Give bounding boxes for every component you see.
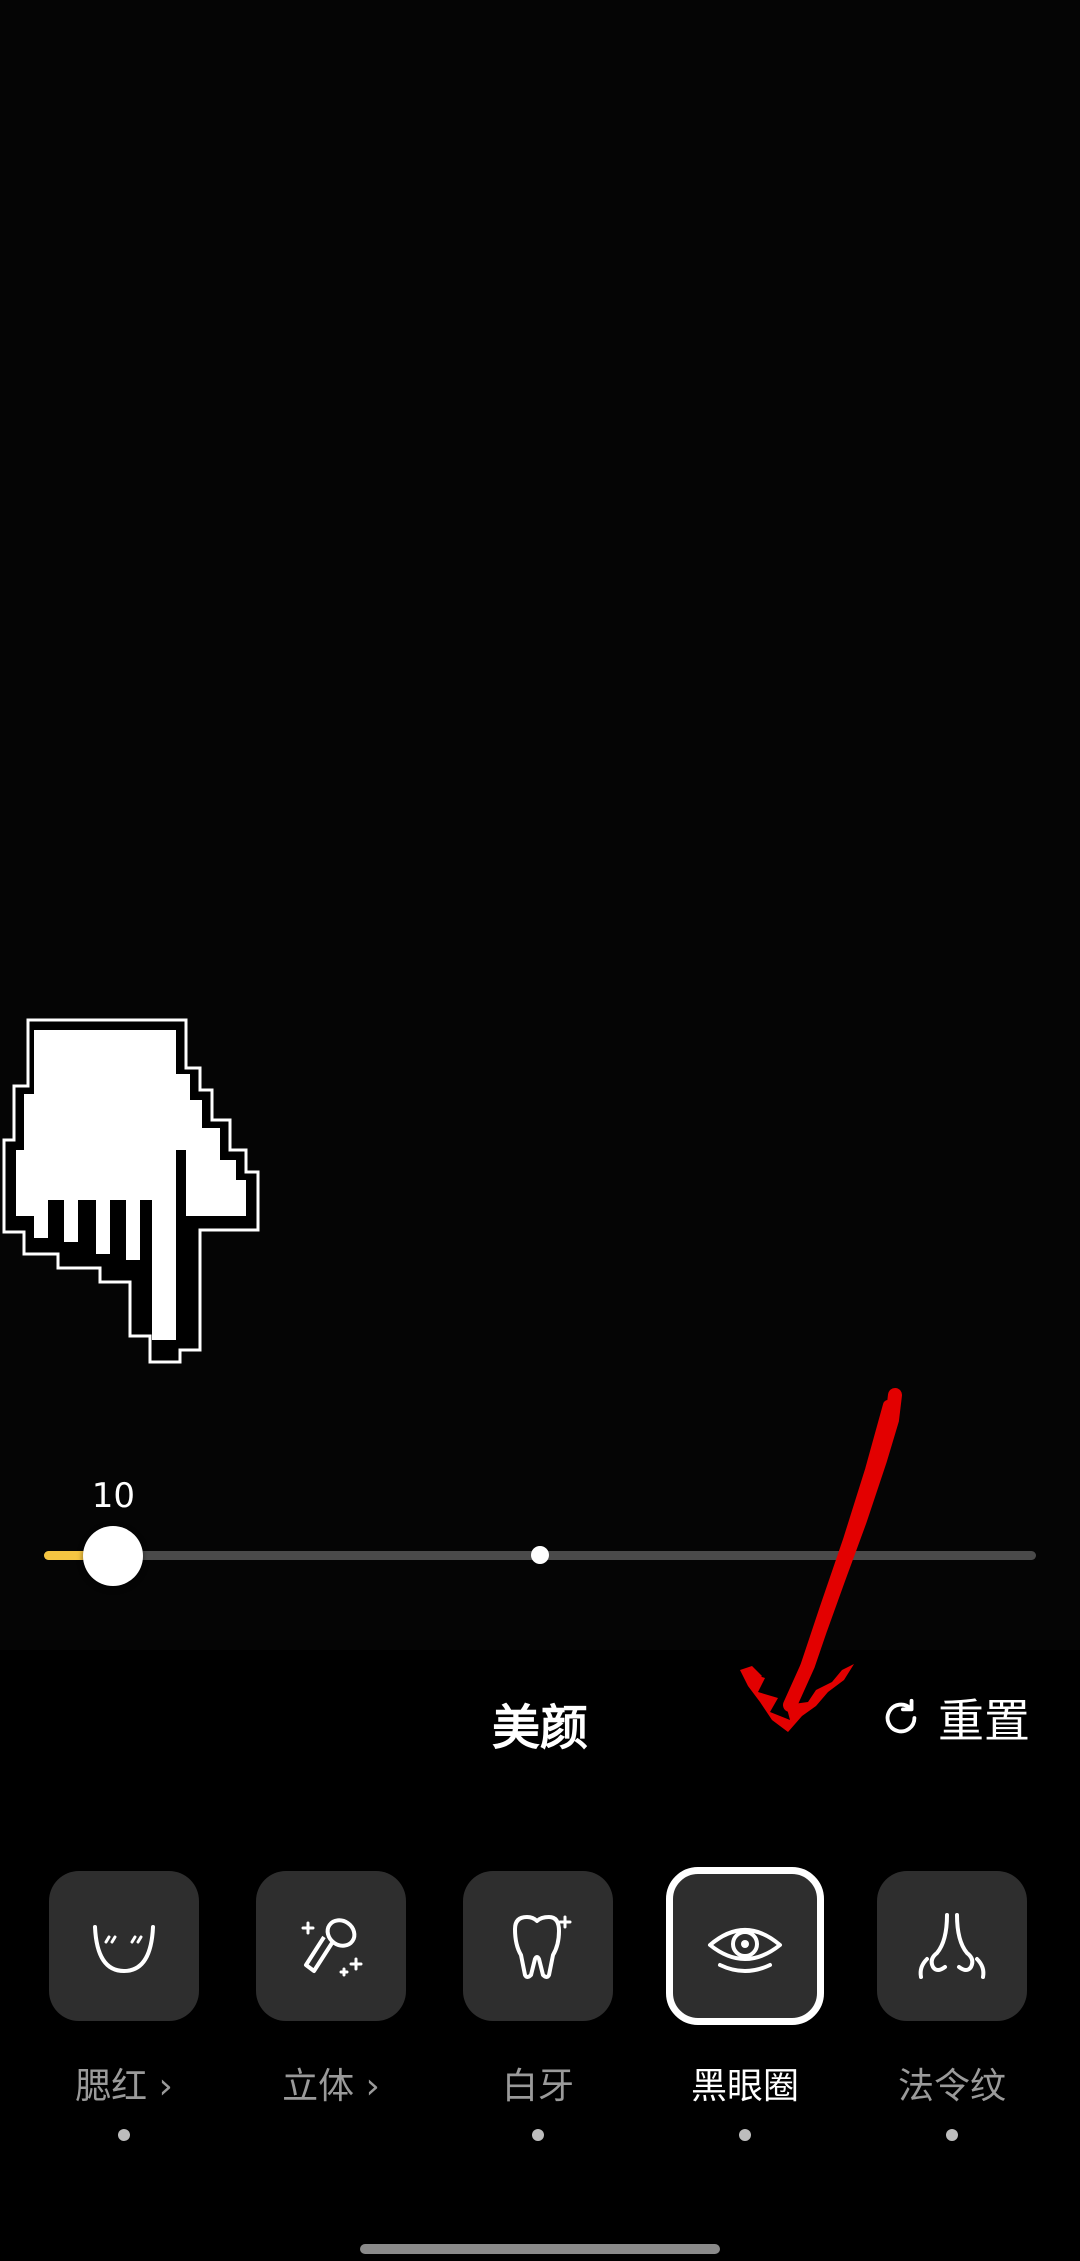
tool-blush-label: 腮红 › <box>75 2066 173 2107</box>
tooth-sparkle-icon <box>513 1915 572 1979</box>
tool-blush-dot <box>118 2129 130 2141</box>
tool-nasolabial-dot <box>946 2129 958 2141</box>
blush-icon <box>93 1925 155 1974</box>
eye-icon <box>708 1928 782 1973</box>
tool-blush-tile <box>49 1871 199 2021</box>
tool-dark-circles-label: 黑眼圈 <box>690 2066 799 2107</box>
slider-value-label: 10 <box>91 1476 136 1516</box>
tool-whiten-teeth-label: 白牙 <box>501 2066 574 2107</box>
camera-screen: 10 美颜 重置 腮红 › 立体 › 白牙 黑眼圈 法令纹 <box>0 0 1080 2261</box>
contour-brush-icon <box>301 1918 363 1977</box>
tool-nasolabial-tile <box>877 1871 1027 2021</box>
nose-icon <box>918 1913 986 1979</box>
tool-nasolabial-label: 法令纹 <box>897 2066 1006 2107</box>
tool-whiten-teeth[interactable]: 白牙 <box>463 1871 613 2141</box>
tool-contour-tile <box>256 1871 406 2021</box>
tool-dark-circles-tile <box>666 1867 824 2025</box>
tool-contour-label: 立体 › <box>282 2066 380 2107</box>
pointing-hand-icon <box>2 1018 260 1364</box>
home-indicator[interactable] <box>360 2244 720 2254</box>
tool-dark-circles-dot <box>739 2129 751 2141</box>
panel-title: 美颜 <box>491 1700 588 1756</box>
tool-blush[interactable]: 腮红 › <box>49 1871 199 2141</box>
tool-whiten-teeth-dot <box>532 2129 544 2141</box>
tool-nasolabial[interactable]: 法令纹 <box>877 1871 1027 2141</box>
tool-whiten-teeth-tile <box>463 1871 613 2021</box>
red-arrow-icon <box>740 1388 902 1732</box>
slider-default-marker <box>531 1546 549 1564</box>
tool-contour[interactable]: 立体 › <box>256 1871 406 2141</box>
tool-dark-circles[interactable]: 黑眼圈 <box>666 1867 824 2141</box>
reset-label: 重置 <box>938 1694 1030 1748</box>
